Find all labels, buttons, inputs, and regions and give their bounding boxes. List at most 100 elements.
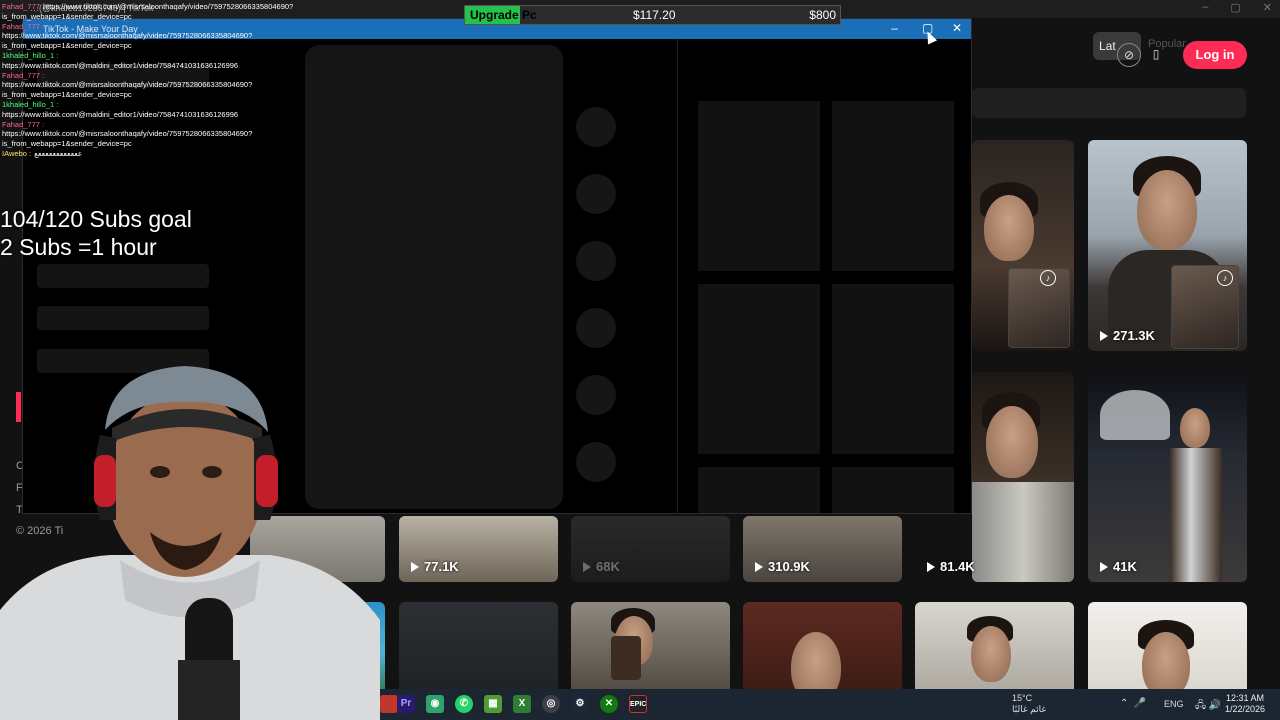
play-icon xyxy=(583,562,591,572)
video-tile[interactable] xyxy=(1088,602,1247,702)
minimize-icon[interactable]: – xyxy=(1202,1,1208,14)
app-icon[interactable]: ◉ xyxy=(426,695,444,713)
upgrade-goal-bar: Upgrade Pc $117.20 $800 xyxy=(464,5,841,25)
play-icon xyxy=(755,562,763,572)
language-indicator[interactable]: ENG xyxy=(1164,699,1184,709)
system-clock[interactable]: 12:31 AM 1/22/2026 xyxy=(1225,693,1265,715)
chat-message: is_from_webapp=1&sender_device=pc xyxy=(2,41,272,51)
webcam-feed xyxy=(0,366,380,720)
tiktok-logo-icon: ♪ xyxy=(1040,270,1056,286)
chat-message: IAwebo : ععععععععععععع xyxy=(2,149,272,159)
chat-text: is_from_webapp=1&sender_device=pc xyxy=(2,139,132,149)
chat-text: https://www.tiktok.com/@misrsaloonthaqaf… xyxy=(2,80,253,90)
view-count: 310.9K xyxy=(755,559,810,574)
chat-username: 1khaled_hillo_1 : xyxy=(2,99,59,109)
video-tile[interactable]: 77.1K xyxy=(399,516,558,582)
chat-message: 1khaled_hillo_1 : xyxy=(2,51,272,61)
chat-text: https://www.tiktok.com/@maldini_editor1/… xyxy=(2,60,239,70)
obs-icon[interactable]: ◎ xyxy=(542,695,560,713)
windows-taskbar: Pr ◉ ✆ ▦ X ◎ ⚙ ✕ EPIC 15°C غائم غالبًا ⌃… xyxy=(380,689,1280,720)
clock-date: 1/22/2026 xyxy=(1225,704,1266,714)
premiere-icon[interactable]: Pr xyxy=(397,695,415,713)
subs-rule-line: 2 Subs =1 hour xyxy=(0,234,157,260)
close-icon[interactable]: ✕ xyxy=(952,21,962,35)
epic-games-icon[interactable]: EPIC xyxy=(629,695,647,713)
chat-message: https://www.tiktok.com/@maldini_editor1/… xyxy=(2,110,272,120)
play-icon xyxy=(1100,562,1108,572)
clock-time: 12:31 AM xyxy=(1226,693,1265,703)
chat-username: Fahad_777 xyxy=(2,2,40,11)
tiktok-logo-icon: ♪ xyxy=(1217,270,1233,286)
chat-message: 1khaled_hillo_1 : xyxy=(2,100,272,110)
view-count: 81.4K xyxy=(927,559,975,574)
stream-chat: Fahad_777 https://www.tiktok.com/@misrsal… xyxy=(2,2,293,159)
panel-divider xyxy=(677,39,678,513)
weather-temp: 15°C xyxy=(1012,693,1033,703)
app-icon[interactable] xyxy=(380,695,398,713)
chat-text: ععععععععععععع xyxy=(34,148,83,158)
weather-widget[interactable]: 15°C غائم غالبًا xyxy=(1012,693,1046,715)
chat-username: IAwebo : xyxy=(2,148,32,158)
skeleton-grid-item xyxy=(698,284,820,454)
video-tile[interactable]: ♪ xyxy=(972,140,1074,351)
chat-text: https://www.tiktok.com/@misrsaloonthaqaf… xyxy=(2,31,253,41)
skeleton-action-button xyxy=(576,174,616,214)
chat-message: https://www.tiktok.com/@misrsaloonthaqaf… xyxy=(2,31,272,41)
chat-text: is_from_webapp=1&sender_device=pc xyxy=(2,11,132,21)
minimize-icon[interactable]: – xyxy=(891,21,898,35)
skeleton-block xyxy=(37,306,209,330)
chat-message: https://www.tiktok.com/@maldini_editor1/… xyxy=(2,61,272,71)
play-icon xyxy=(1100,331,1108,341)
video-tile[interactable]: ♪ 271.3K xyxy=(1088,140,1247,351)
video-tile-overlap[interactable]: 41K xyxy=(1088,516,1247,582)
chat-text: is_from_webapp=1&sender_device=pc xyxy=(2,90,132,100)
chat-username: Fahad_777 : xyxy=(2,119,45,129)
view-count: 68K xyxy=(583,559,620,574)
skeleton-action-button xyxy=(576,375,616,415)
chat-username: Fahad_777 : xyxy=(2,70,45,80)
subs-goal-overlay: 104/120 Subs goal 2 Subs =1 hour xyxy=(0,205,192,261)
view-count: 271.3K xyxy=(1100,328,1155,343)
video-tile[interactable] xyxy=(399,602,558,702)
video-tile[interactable]: 68K xyxy=(571,516,730,582)
skeleton-grid-item xyxy=(832,467,954,513)
steam-icon[interactable]: ⚙ xyxy=(571,695,589,713)
skeleton-block xyxy=(37,264,209,288)
skeleton-action-button xyxy=(576,308,616,348)
excel-icon[interactable]: X xyxy=(513,695,531,713)
chat-message: is_from_webapp=1&sender_device=pc xyxy=(2,12,272,22)
search-bar[interactable] xyxy=(972,88,1246,118)
skeleton-grid-item xyxy=(832,284,954,454)
skeleton-action-button xyxy=(576,241,616,281)
phone-icon[interactable]: ▯ xyxy=(1144,43,1168,67)
upgrade-label: Upgrade Pc xyxy=(470,8,537,22)
video-tile-overlap[interactable]: 81.4K xyxy=(915,516,1074,582)
play-icon xyxy=(927,562,935,572)
subs-goal-line: 104/120 Subs goal xyxy=(0,206,192,232)
upgrade-current-amount: $117.20 xyxy=(633,8,676,22)
chat-text: https://www.tiktok.com/@misrsaloonthaqaf… xyxy=(2,129,253,139)
login-button[interactable]: Log in xyxy=(1183,41,1247,69)
screen: …(@khaled19283746) | TikTok – ▢ ✕ Lat Po… xyxy=(0,0,1280,720)
chat-message: https://www.tiktok.com/@misrsaloonthaqaf… xyxy=(2,129,272,139)
video-tile[interactable]: 310.9K xyxy=(743,516,902,582)
chat-message: https://www.tiktok.com/@misrsaloonthaqaf… xyxy=(2,80,272,90)
weather-desc: غائم غالبًا xyxy=(1012,704,1047,714)
chat-message: Fahad_777 https://www.tiktok.com/@misrsal… xyxy=(2,2,293,12)
chat-message: Fahad_777 : xyxy=(2,71,272,81)
minecraft-icon[interactable]: ▦ xyxy=(484,695,502,713)
video-tile[interactable] xyxy=(915,602,1074,702)
video-tile[interactable] xyxy=(571,602,730,702)
compass-icon[interactable]: ⊘ xyxy=(1117,43,1141,67)
video-tile[interactable] xyxy=(743,602,902,702)
chat-username: 1khaled_hillo_1 : xyxy=(2,50,59,60)
maximize-icon[interactable]: ▢ xyxy=(1230,1,1240,14)
xbox-icon[interactable]: ✕ xyxy=(600,695,618,713)
skeleton-grid-item xyxy=(698,101,820,271)
whatsapp-icon[interactable]: ✆ xyxy=(455,695,473,713)
tray-icons[interactable]: ⌃ 🎤 xyxy=(1120,698,1146,709)
skeleton-grid-item xyxy=(698,467,820,513)
network-icon[interactable]: 🖧 🔊 xyxy=(1195,698,1221,715)
close-icon[interactable]: ✕ xyxy=(1263,1,1272,14)
view-count: 41K xyxy=(1100,559,1137,574)
